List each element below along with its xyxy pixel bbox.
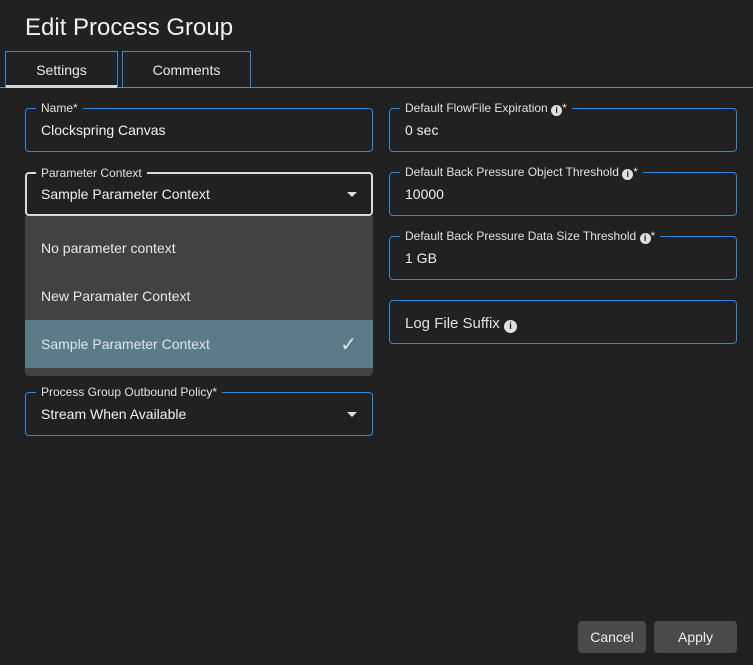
expiration-field[interactable]: Default FlowFile Expiration i * 0 sec [389, 101, 737, 152]
name-value: Clockspring Canvas [41, 122, 166, 138]
required-mark: * [633, 165, 638, 179]
option-new-parameter-context[interactable]: New Paramater Context [25, 272, 373, 320]
object-threshold-label-text: Default Back Pressure Object Threshold [405, 165, 619, 179]
parameter-context-label: Parameter Context [36, 166, 147, 180]
parameter-context-menu: No parameter context New Paramater Conte… [25, 216, 373, 376]
size-threshold-label-text: Default Back Pressure Data Size Threshol… [405, 229, 637, 243]
tab-settings[interactable]: Settings [5, 51, 118, 88]
chevron-down-icon [347, 192, 357, 197]
info-icon[interactable]: i [551, 105, 563, 116]
dialog-title: Edit Process Group [25, 14, 234, 41]
required-mark: * [562, 101, 567, 115]
object-threshold-label: Default Back Pressure Object Threshold i… [400, 165, 643, 180]
object-threshold-value: 10000 [405, 186, 444, 202]
log-file-suffix-text: Log File Suffix [405, 315, 500, 332]
size-threshold-value: 1 GB [405, 250, 437, 266]
object-threshold-field[interactable]: Default Back Pressure Object Threshold i… [389, 165, 737, 216]
size-threshold-field[interactable]: Default Back Pressure Data Size Threshol… [389, 229, 737, 280]
size-threshold-label: Default Back Pressure Data Size Threshol… [400, 229, 661, 244]
tab-bar: Settings Comments [0, 51, 753, 88]
option-sample-parameter-context[interactable]: Sample Parameter Context ✓ [25, 320, 373, 368]
info-icon[interactable]: i [639, 233, 651, 244]
option-label: No parameter context [41, 240, 176, 256]
name-field[interactable]: Name* Clockspring Canvas [25, 101, 373, 152]
log-file-suffix-placeholder: Log File Suffix i [405, 315, 517, 333]
outbound-policy-label: Process Group Outbound Policy* [36, 385, 223, 399]
option-label: New Paramater Context [41, 288, 191, 304]
parameter-context-value: Sample Parameter Context [41, 186, 210, 202]
info-icon[interactable]: i [622, 169, 634, 180]
expiration-label: Default FlowFile Expiration i * [400, 101, 572, 116]
outbound-policy-value: Stream When Available [41, 406, 187, 422]
expiration-value: 0 sec [405, 122, 439, 138]
expiration-label-text: Default FlowFile Expiration [405, 101, 548, 115]
cancel-button[interactable]: Cancel [578, 621, 646, 653]
parameter-context-select[interactable]: Parameter Context Sample Parameter Conte… [25, 166, 373, 216]
option-no-parameter-context[interactable]: No parameter context [25, 224, 373, 272]
chevron-down-icon [347, 412, 357, 417]
option-label: Sample Parameter Context [41, 336, 210, 352]
apply-button[interactable]: Apply [654, 621, 737, 653]
name-label: Name* [36, 101, 83, 115]
check-icon: ✓ [340, 334, 357, 356]
outbound-policy-select[interactable]: Process Group Outbound Policy* Stream Wh… [25, 385, 373, 436]
required-mark: * [650, 229, 656, 243]
log-file-suffix-field[interactable]: Log File Suffix i [389, 300, 737, 344]
tab-comments[interactable]: Comments [122, 51, 251, 88]
info-icon[interactable]: i [503, 320, 517, 333]
